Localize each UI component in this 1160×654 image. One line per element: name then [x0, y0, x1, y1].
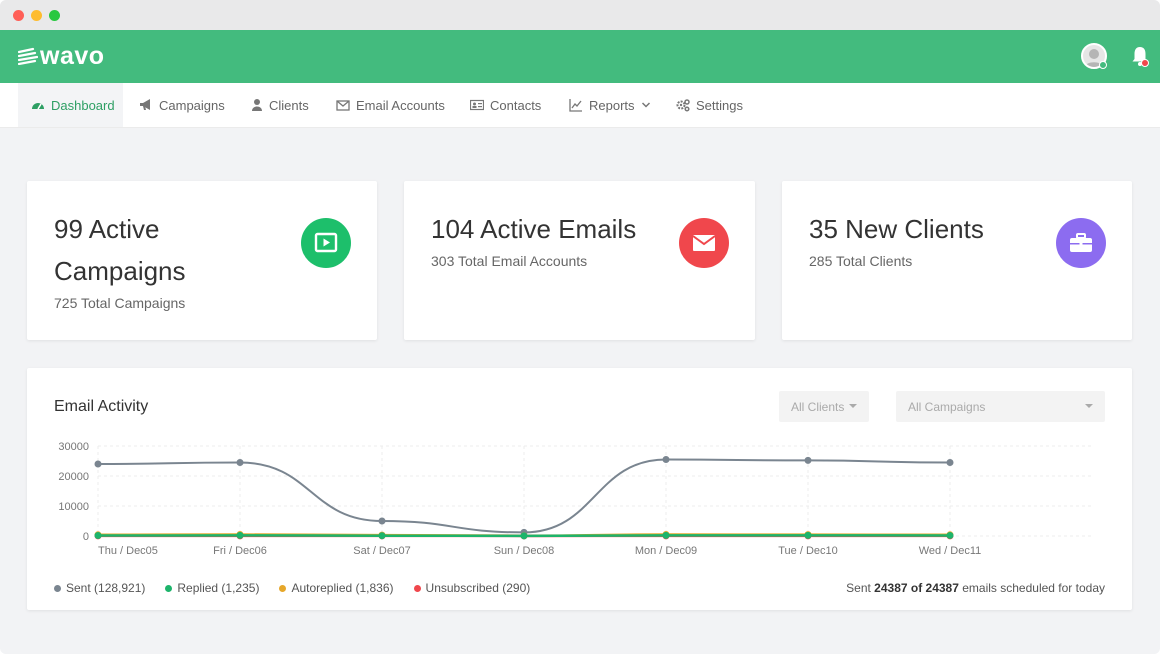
nav-label: Reports — [589, 97, 635, 113]
legend-dot — [413, 584, 421, 592]
schedule-summary: Sent 24387 of 24387 emails scheduled for… — [846, 581, 1105, 595]
campaigns-filter-select[interactable]: All Campaigns — [896, 391, 1105, 422]
schedule-suffix: emails scheduled for today — [962, 581, 1105, 595]
schedule-count: 24387 of 24387 — [874, 581, 959, 595]
active-campaigns-line1: 99 Active — [54, 214, 160, 244]
total-campaigns: 725 Total Campaigns — [54, 295, 186, 311]
nav-item-campaigns[interactable]: Campaigns — [139, 83, 225, 127]
active-emails: 104 Active Emails — [431, 214, 637, 244]
nav-item-dashboard[interactable]: Dashboard — [18, 83, 123, 127]
app-window: wavo Dashboard Campaigns Clients Email A… — [0, 0, 1160, 654]
new-clients: 35 New Clients — [809, 214, 984, 244]
nav-item-contacts[interactable]: Contacts — [470, 83, 541, 127]
y-tick-label: 0 — [83, 531, 89, 543]
minimize-window-button[interactable] — [31, 10, 42, 21]
legend-sent[interactable]: Sent (128,921) — [54, 581, 145, 595]
nav-label: Contacts — [490, 97, 542, 113]
x-tick-label: Thu / Dec05 — [98, 545, 158, 557]
stat-card-campaigns[interactable]: 99 Active Campaigns 725 Total Campaigns — [27, 181, 377, 340]
schedule-prefix: Sent — [846, 581, 871, 595]
total-email-accounts: 303 Total Email Accounts — [431, 253, 588, 269]
main-nav: Dashboard Campaigns Clients Email Accoun… — [0, 83, 1160, 128]
logo-waves-icon — [18, 47, 38, 65]
dashboard-icon — [32, 103, 44, 110]
x-tick-label: Sat / Dec07 — [353, 545, 410, 557]
nav-label: Settings — [696, 97, 743, 113]
email-activity-card: Email Activity All Clients All Campaigns… — [27, 368, 1132, 610]
app-name: wavo — [40, 41, 105, 70]
app-logo[interactable]: wavo — [18, 41, 105, 71]
nav-item-reports[interactable]: Reports — [569, 83, 651, 127]
active-campaigns-line2: Campaigns — [54, 256, 186, 286]
nav-label: Email Accounts — [356, 97, 445, 113]
data-point-replied — [94, 532, 102, 540]
email-activity-chart: 30000 20000 10000 0 Thu / Dec05 Fri / Dec06 Sa… — [58, 441, 1092, 557]
y-tick-label: 30000 — [58, 441, 89, 453]
email-activity-title: Email Activity — [54, 398, 149, 415]
stat-card-emails[interactable]: 104 Active Emails 303 Total Email Accoun… — [404, 181, 755, 340]
clients-filter-select[interactable]: All Clients — [779, 391, 869, 422]
data-point-sent — [94, 460, 102, 468]
legend-unsubscribed[interactable]: Unsubscribed (290) — [413, 581, 531, 595]
id-card-icon — [470, 99, 484, 111]
legend-label: Replied (1,235) — [177, 581, 260, 595]
legend-dot — [279, 584, 287, 592]
y-tick-label: 10000 — [58, 501, 89, 513]
legend-replied[interactable]: Replied (1,235) — [165, 581, 259, 595]
legend-label: Autoreplied (1,836) — [291, 581, 394, 595]
data-point-replied — [946, 531, 954, 539]
nav-label: Clients — [269, 97, 309, 113]
data-point-sent — [804, 456, 812, 464]
caret-down-icon — [849, 404, 857, 408]
legend-dot — [165, 584, 173, 592]
notification-badge — [1141, 59, 1149, 67]
nav-item-email-accounts[interactable]: Email Accounts — [336, 83, 445, 127]
data-point-replied — [520, 532, 528, 540]
envelope-icon — [679, 218, 729, 268]
stat-card-clients[interactable]: 35 New Clients 285 Total Clients — [782, 181, 1132, 340]
chevron-down-icon — [641, 102, 650, 108]
nav-label: Campaigns — [159, 97, 225, 113]
y-tick-label: 20000 — [58, 471, 89, 483]
data-point-sent — [662, 456, 670, 463]
nav-item-clients[interactable]: Clients — [251, 83, 309, 127]
online-status-indicator — [1099, 61, 1107, 69]
data-point-replied — [378, 532, 386, 540]
data-point-sent — [946, 459, 954, 466]
data-point-sent — [236, 459, 244, 466]
nav-label: Dashboard — [51, 97, 115, 113]
data-point-replied — [804, 531, 812, 539]
data-point-replied — [662, 531, 670, 539]
line-chart-icon — [569, 99, 582, 112]
caret-down-icon — [1085, 404, 1093, 408]
window-titlebar — [0, 0, 1160, 30]
x-tick-label: Sun / Dec08 — [494, 545, 555, 557]
close-window-button[interactable] — [13, 10, 24, 21]
envelope-icon — [336, 100, 350, 111]
legend-label: Sent (128,921) — [66, 581, 146, 595]
data-point-sent — [378, 517, 386, 525]
x-tick-label: Tue / Dec10 — [778, 545, 838, 557]
total-clients: 285 Total Clients — [809, 253, 913, 269]
maximize-window-button[interactable] — [49, 10, 60, 21]
play-icon — [301, 218, 351, 268]
legend-dot — [54, 584, 61, 592]
campaigns-filter-value: All Campaigns — [908, 399, 986, 414]
megaphone-icon — [140, 99, 150, 110]
chart-legend: Sent (128,921) Replied (1,235) Autorepli… — [54, 581, 550, 595]
legend-label: Unsubscribed (290) — [425, 581, 531, 595]
x-tick-label: Fri / Dec06 — [213, 545, 267, 557]
app-header: wavo — [0, 30, 1160, 83]
x-tick-label: Wed / Dec11 — [919, 545, 982, 557]
x-tick-label: Mon / Dec09 — [635, 545, 697, 557]
nav-item-settings[interactable]: Settings — [676, 83, 743, 127]
user-icon — [252, 99, 262, 111]
gears-icon — [676, 99, 690, 112]
legend-autoreplied[interactable]: Autoreplied (1,836) — [279, 581, 394, 595]
data-point-replied — [236, 531, 244, 539]
briefcase-icon — [1056, 218, 1106, 268]
clients-filter-value: All Clients — [791, 399, 845, 414]
